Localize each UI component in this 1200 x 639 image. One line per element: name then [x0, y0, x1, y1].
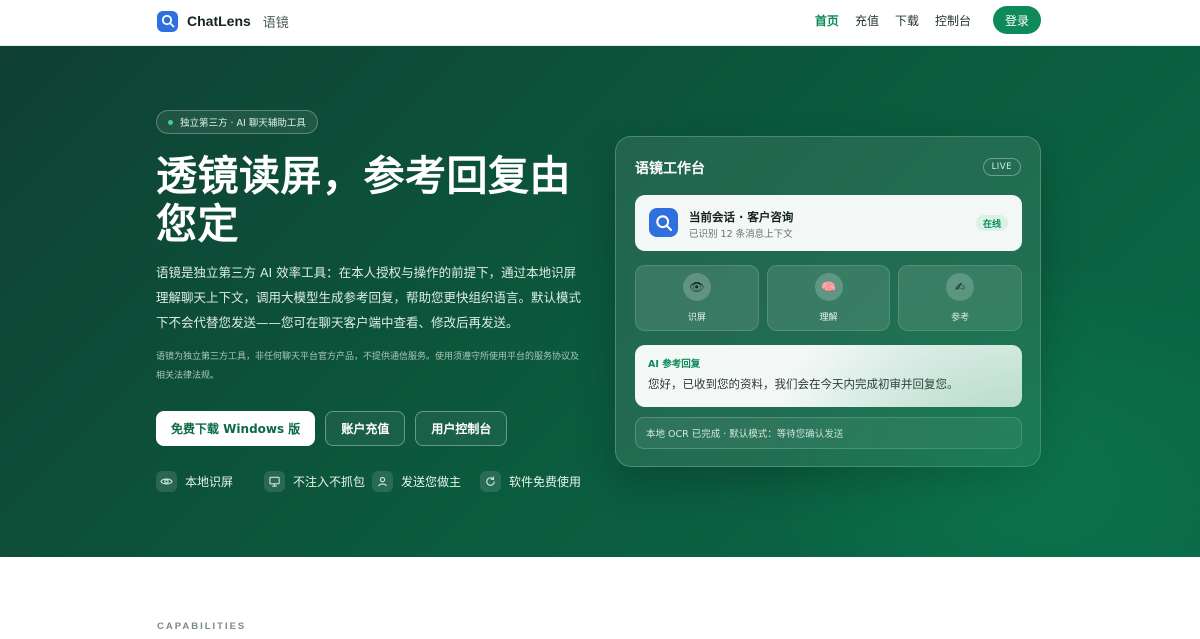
- feature-list: 本地识屏 不注入不抓包 发送您做主 软件免费使用: [156, 471, 581, 492]
- brand-subtitle: 语镜: [262, 15, 289, 31]
- writing-hand-emoji-icon: ✍: [946, 273, 975, 301]
- hero-title: 透镜读屏，参考回复由您定: [156, 152, 571, 248]
- tile-reference[interactable]: ✍ 参考: [898, 265, 1023, 331]
- current-session[interactable]: 当前会话 · 客户咨询 已识别 12 条消息上下文 在线: [635, 195, 1022, 251]
- feature-label: 本地识屏: [185, 475, 234, 489]
- eye-emoji-icon: 👁: [682, 273, 711, 301]
- nav-download[interactable]: 下载: [895, 12, 919, 29]
- console-button[interactable]: 用户控制台: [415, 411, 508, 446]
- tile-understand[interactable]: 🧠 理解: [766, 265, 891, 331]
- live-badge: LIVE: [982, 158, 1021, 176]
- nav-recharge[interactable]: 充值: [855, 12, 879, 29]
- tile-label: 参考: [951, 313, 970, 323]
- ocr-status-bar: 本地 OCR 已完成 · 默认模式：等待您确认发送: [635, 417, 1022, 449]
- workbench-title: 语镜工作台: [635, 161, 705, 177]
- hero-description: 语镜是独立第三方 AI 效率工具：在本人授权与操作的前提下，通过本地识屏理解聊天…: [156, 265, 582, 330]
- top-nav: ChatLens 语镜 首页 充值 下载 控制台 登录: [0, 0, 1200, 46]
- monitor-icon: [264, 471, 285, 492]
- feature-item-user-control: 发送您做主: [372, 471, 480, 492]
- session-subtitle: 已识别 12 条消息上下文: [689, 229, 793, 240]
- feature-item-local-ocr: 本地识屏: [156, 471, 264, 492]
- feature-label: 不注入不抓包: [293, 475, 366, 489]
- recharge-button[interactable]: 账户充值: [325, 411, 406, 446]
- user-icon: [372, 471, 393, 492]
- eye-icon: [156, 471, 177, 492]
- feature-item-free: 软件免费使用: [480, 471, 581, 492]
- tile-label: 识屏: [687, 313, 706, 323]
- online-status-badge: 在线: [975, 215, 1008, 231]
- ai-reply-text: 您好，已收到您的资料，我们会在今天内完成初审并回复您。: [648, 377, 959, 391]
- download-windows-button[interactable]: 免费下载 Windows 版: [156, 411, 316, 446]
- hero-disclaimer: 语镜为独立第三方工具，非任何聊天平台官方产品，不提供通信服务。使用须遵守所使用平…: [156, 352, 580, 381]
- tile-label: 理解: [819, 313, 838, 323]
- tile-screen-read[interactable]: 👁 识屏: [635, 265, 759, 331]
- nav-links: 首页 充值 下载 控制台 登录: [815, 6, 1041, 34]
- brain-emoji-icon: 🧠: [814, 273, 843, 301]
- brand[interactable]: ChatLens 语镜: [157, 10, 289, 32]
- workflow-tiles: 👁 识屏 🧠 理解 ✍ 参考: [635, 265, 1023, 331]
- login-button[interactable]: 登录: [992, 6, 1041, 34]
- feature-label: 软件免费使用: [509, 475, 582, 489]
- chatlens-logo-icon: [157, 10, 178, 32]
- hero-badge-text: 独立第三方 · AI 聊天辅助工具: [180, 118, 306, 129]
- nav-home[interactable]: 首页: [815, 12, 839, 29]
- hero-actions: 免费下载 Windows 版 账户充值 用户控制台: [156, 411, 508, 446]
- hero-badge: 独立第三方 · AI 聊天辅助工具: [156, 110, 318, 134]
- status-dot-icon: [168, 119, 173, 125]
- refresh-icon: [480, 471, 501, 492]
- brand-name: ChatLens: [187, 13, 251, 29]
- nav-console[interactable]: 控制台: [935, 12, 971, 29]
- ai-reply-tag: AI 参考回复: [648, 359, 701, 370]
- session-title: 当前会话 · 客户咨询: [689, 210, 794, 224]
- ai-reply-card[interactable]: AI 参考回复 您好，已收到您的资料，我们会在今天内完成初审并回复您。: [635, 345, 1022, 407]
- workbench-card: 语镜工作台 LIVE 当前会话 · 客户咨询 已识别 12 条消息上下文 在线 …: [615, 136, 1041, 467]
- hero-section: 独立第三方 · AI 聊天辅助工具 透镜读屏，参考回复由您定 语镜是独立第三方 …: [0, 46, 1200, 557]
- feature-label: 发送您做主: [401, 475, 462, 489]
- feature-item-no-injection: 不注入不抓包: [264, 471, 372, 492]
- session-avatar-icon: [649, 208, 678, 237]
- capabilities-label: CAPABILITIES: [157, 621, 247, 632]
